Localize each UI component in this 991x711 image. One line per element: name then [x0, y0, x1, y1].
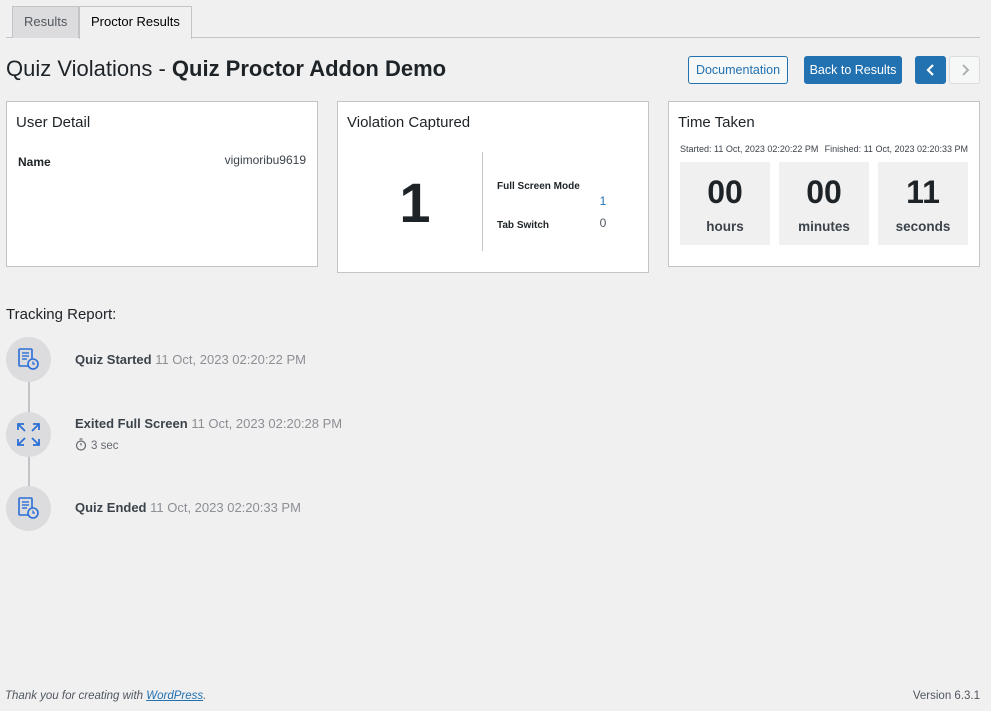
- violation-total: 1: [399, 171, 431, 234]
- seconds-value: 11: [906, 174, 940, 210]
- violation-value-tab-switch: 0: [599, 216, 607, 230]
- documentation-button[interactable]: Documentation: [688, 56, 788, 84]
- divider: [482, 152, 483, 251]
- timeline-icon-quiz-ended: [6, 486, 51, 531]
- wordpress-link[interactable]: WordPress: [146, 690, 203, 702]
- event-duration: 3 sec: [75, 438, 119, 452]
- event-title: Quiz Ended: [75, 500, 147, 515]
- finished-time: Finished: 11 Oct, 2023 02:20:33 PM: [824, 144, 968, 154]
- tab-results[interactable]: Results: [12, 6, 80, 38]
- timeline-event-exited-full-screen: Exited Full Screen 11 Oct, 2023 02:20:28…: [75, 416, 342, 431]
- page-title: Quiz Violations - Quiz Proctor Addon Dem…: [6, 56, 446, 82]
- started-time: Started: 11 Oct, 2023 02:20:22 PM: [680, 144, 819, 154]
- footer-thanks: Thank you for creating with WordPress.: [5, 690, 206, 702]
- previous-button[interactable]: [915, 56, 946, 84]
- quiz-name: Quiz Proctor Addon Demo: [171, 56, 447, 81]
- quiz-clock-icon: [18, 497, 39, 519]
- footer-thanks-suffix: .: [203, 690, 207, 702]
- event-time: 11 Oct, 2023 02:20:33 PM: [150, 500, 301, 515]
- fullscreen-expand-icon: [17, 423, 40, 446]
- timeline-icon-exited-full-screen: [6, 412, 51, 457]
- seconds-box: 11 seconds: [878, 162, 968, 245]
- back-to-results-button[interactable]: Back to Results: [804, 56, 902, 84]
- time-taken-title: Time Taken: [678, 114, 755, 131]
- timeline-icon-quiz-started: [6, 337, 51, 382]
- violation-captured-card: Violation Captured 1 Full Screen Mode 1 …: [337, 101, 649, 273]
- hours-box: 00 hours: [680, 162, 770, 245]
- violation-captured-title: Violation Captured: [347, 114, 471, 131]
- tracking-report-title: Tracking Report:: [6, 306, 117, 323]
- event-duration-text: 3 sec: [91, 440, 119, 452]
- footer-thanks-text: Thank you for creating with: [5, 690, 147, 702]
- violation-label-tab-switch: Tab Switch: [497, 220, 550, 231]
- violation-value-full-screen: 1: [599, 194, 607, 208]
- chevron-right-icon: [962, 64, 970, 76]
- minutes-value: 00: [806, 174, 842, 210]
- chevron-left-icon: [926, 64, 934, 76]
- tab-proctor-results[interactable]: Proctor Results: [79, 6, 192, 39]
- nav-tabs: Results Proctor Results: [6, 0, 980, 39]
- next-button[interactable]: [949, 56, 980, 84]
- user-detail-title: User Detail: [16, 114, 91, 131]
- name-label: Name: [18, 155, 51, 169]
- minutes-box: 00 minutes: [779, 162, 869, 245]
- page-title-prefix: Quiz Violations -: [6, 56, 172, 81]
- user-detail-card: User Detail Name vigimoribu9619: [6, 101, 318, 267]
- time-taken-card: Time Taken Started: 11 Oct, 2023 02:20:2…: [668, 101, 980, 267]
- event-time: 11 Oct, 2023 02:20:28 PM: [191, 416, 343, 431]
- event-title: Quiz Started: [75, 352, 152, 367]
- hours-value: 00: [707, 174, 743, 210]
- violation-label-full-screen: Full Screen Mode: [497, 181, 580, 192]
- name-value: vigimoribu9619: [224, 153, 306, 167]
- event-title: Exited Full Screen: [75, 416, 188, 431]
- timeline-event-quiz-ended: Quiz Ended 11 Oct, 2023 02:20:33 PM: [75, 500, 301, 515]
- minutes-label: minutes: [798, 219, 850, 234]
- hours-label: hours: [706, 219, 744, 234]
- timeline-event-quiz-started: Quiz Started 11 Oct, 2023 02:20:22 PM: [75, 352, 306, 367]
- version-text: Version 6.3.1: [912, 690, 980, 702]
- seconds-label: seconds: [895, 219, 951, 234]
- stopwatch-icon: [75, 438, 87, 451]
- event-time: 11 Oct, 2023 02:20:22 PM: [155, 352, 307, 367]
- quiz-clock-icon: [18, 348, 39, 370]
